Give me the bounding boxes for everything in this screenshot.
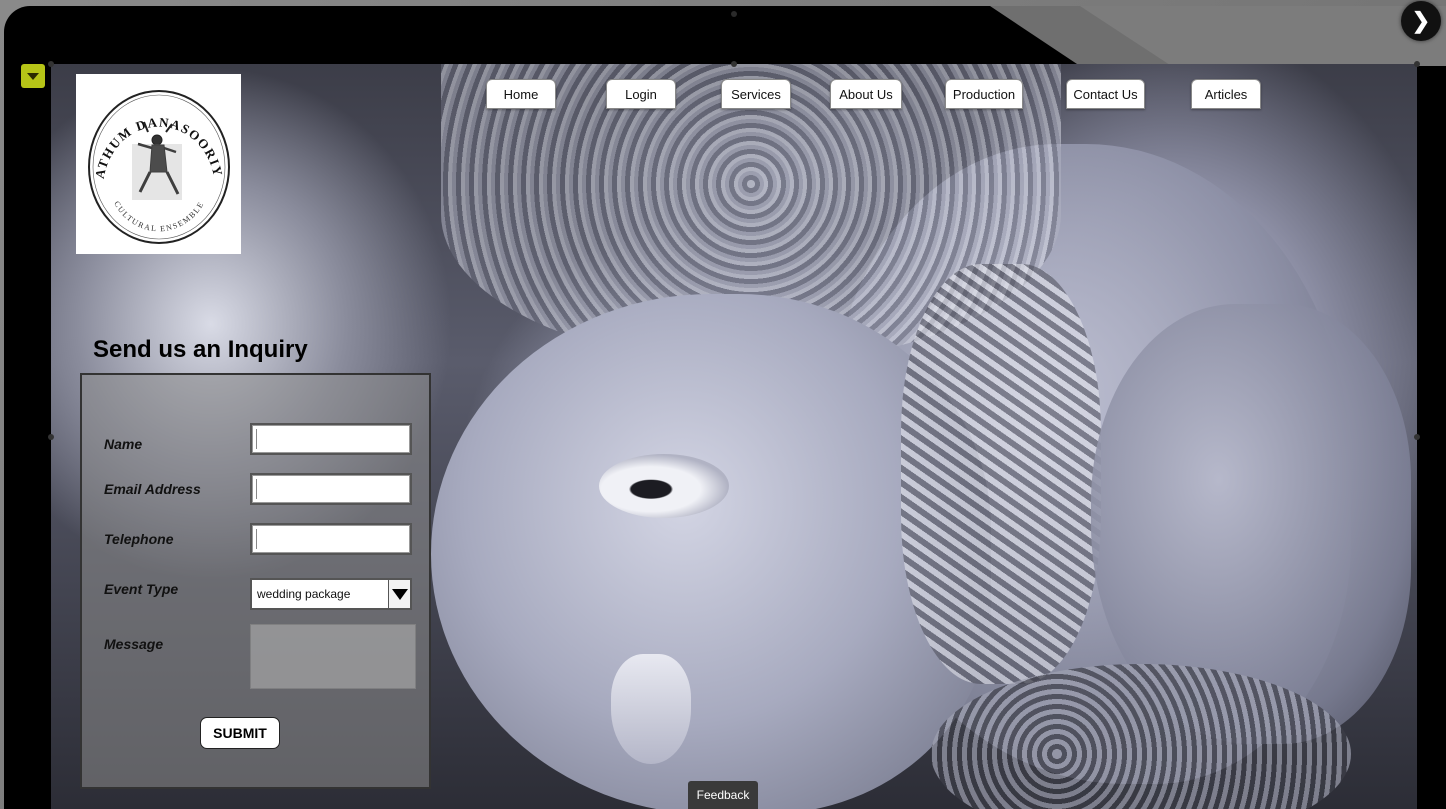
inquiry-form: Name Email Address Telephone Event Type … — [80, 373, 431, 789]
email-label: Email Address — [104, 481, 201, 497]
nav-about-us[interactable]: About Us — [830, 79, 902, 109]
dropdown-arrow[interactable] — [388, 580, 410, 608]
next-slide-button[interactable]: ❯ — [1401, 1, 1441, 41]
resize-handle[interactable] — [1414, 61, 1420, 67]
event-type-value: wedding package — [257, 587, 351, 601]
nav-services[interactable]: Services — [721, 79, 791, 109]
hero-image-part — [901, 264, 1101, 684]
text-caret — [256, 529, 257, 549]
resize-handle[interactable] — [731, 61, 737, 67]
nav-home[interactable]: Home — [486, 79, 556, 109]
toggle-panel-button[interactable] — [21, 64, 45, 88]
message-label: Message — [104, 636, 164, 652]
site-logo[interactable]: PATHUM DANASOORIYA CULTURAL ENSEMBLE — [76, 74, 241, 254]
name-label: Name — [104, 436, 143, 452]
event-type-select[interactable]: wedding package — [250, 578, 412, 610]
submit-button[interactable]: SUBMIT — [200, 717, 280, 749]
logo-emblem: PATHUM DANASOORIYA CULTURAL ENSEMBLE — [84, 82, 230, 244]
hero-image-part — [599, 454, 729, 518]
telephone-label: Telephone — [104, 531, 174, 547]
caret-down-icon — [27, 72, 39, 80]
nav-login[interactable]: Login — [606, 79, 676, 109]
text-caret — [256, 479, 257, 499]
resize-handle[interactable] — [48, 434, 54, 440]
inquiry-form-title: Send us an Inquiry — [93, 336, 308, 363]
message-textarea[interactable] — [250, 624, 416, 689]
nav-articles[interactable]: Articles — [1191, 79, 1261, 109]
email-input[interactable] — [250, 473, 412, 505]
resize-handle[interactable] — [48, 61, 54, 67]
text-caret — [256, 429, 257, 449]
hero-image-part — [611, 654, 691, 764]
chevron-right-icon: ❯ — [1411, 8, 1431, 33]
event-type-label: Event Type — [104, 581, 179, 597]
feedback-button[interactable]: Feedback — [688, 781, 758, 809]
nav-production[interactable]: Production — [945, 79, 1023, 109]
nav-contact-us[interactable]: Contact Us — [1066, 79, 1145, 109]
caret-down-icon — [391, 588, 408, 600]
name-input[interactable] — [250, 423, 412, 455]
website-preview: PATHUM DANASOORIYA CULTURAL ENSEMBLE Hom… — [51, 64, 1417, 809]
frame-handle — [731, 11, 737, 17]
resize-handle[interactable] — [1414, 434, 1420, 440]
telephone-input[interactable] — [250, 523, 412, 555]
